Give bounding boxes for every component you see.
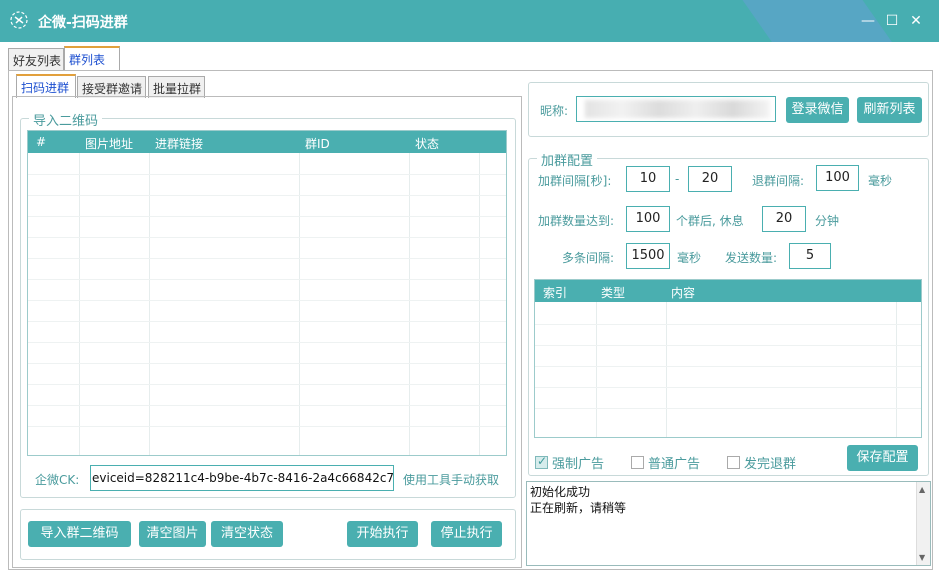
ck-hint: 使用工具手动获取 <box>403 473 500 487</box>
join-count-label: 加群数量达到: <box>538 214 615 228</box>
quit-after-send-label: 发完退群 <box>744 457 797 472</box>
ck-label: 企微CK: <box>35 473 80 487</box>
tab-friend-list[interactable]: 好友列表 <box>8 48 64 70</box>
send-count-input[interactable]: 5 <box>789 243 831 269</box>
multi-interval-input[interactable]: 1500 <box>626 243 670 269</box>
col-image-path: 图片地址 <box>85 137 134 151</box>
save-config-button[interactable]: 保存配置 <box>847 445 918 471</box>
normal-ad-check-icon <box>631 456 644 469</box>
qr-group-legend: 导入二维码 <box>29 110 103 129</box>
quit-ms-unit: 毫秒 <box>868 174 893 188</box>
col-status: 状态 <box>415 137 440 151</box>
multi-interval-label: 多条间隔: <box>562 251 615 265</box>
minimize-button[interactable]: — <box>859 12 877 30</box>
message-table[interactable]: 索引 类型 内容 <box>534 279 922 438</box>
refresh-list-button[interactable]: 刷新列表 <box>857 97 922 123</box>
join-interval-label: 加群间隔[秒]: <box>538 174 612 188</box>
minute-unit: 分钟 <box>815 214 840 228</box>
tab-scan-join[interactable]: 扫码进群 <box>16 74 76 98</box>
window-title: 企微-扫码进群 <box>38 15 128 31</box>
col-join-link: 进群链接 <box>155 137 204 151</box>
col-msg-content: 内容 <box>671 286 696 300</box>
tab-batch-pull[interactable]: 批量拉群 <box>148 76 205 98</box>
col-index: # <box>36 135 47 149</box>
clear-images-button[interactable]: 清空图片 <box>139 521 206 547</box>
log-output[interactable]: 初始化成功 正在刷新，请稍等 ▲ ▼ <box>526 481 931 566</box>
title-bar: 企微-扫码进群 — ☐ ✕ <box>0 0 939 42</box>
send-count-label: 发送数量: <box>725 251 778 265</box>
qr-table[interactable]: # 图片地址 进群链接 群ID 状态 <box>27 130 507 456</box>
log-scrollbar[interactable]: ▲ ▼ <box>916 482 930 565</box>
close-button[interactable]: ✕ <box>907 12 925 30</box>
range-dash: - <box>675 172 680 186</box>
qr-table-header: # 图片地址 进群链接 群ID 状态 <box>28 131 506 153</box>
quit-after-send-checkbox[interactable]: 发完退群 <box>727 453 796 472</box>
ck-input[interactable]: eviceid=828211c4-b9be-4b7c-8416-2a4c6684… <box>90 465 394 491</box>
rest-minutes-input[interactable]: 20 <box>762 206 806 232</box>
nickname-label: 昵称: <box>540 104 569 118</box>
stop-button[interactable]: 停止执行 <box>431 521 502 547</box>
log-line: 初始化成功 <box>530 485 591 499</box>
join-interval-min-input[interactable]: 10 <box>626 166 670 192</box>
col-group-id: 群ID <box>305 137 330 151</box>
normal-ad-label: 普通广告 <box>648 457 701 472</box>
col-msg-index: 索引 <box>543 286 568 300</box>
nickname-blur <box>585 100 770 118</box>
start-button[interactable]: 开始执行 <box>347 521 418 547</box>
col-msg-type: 类型 <box>601 286 626 300</box>
force-ad-checkbox[interactable]: 强制广告 <box>535 453 604 472</box>
log-line: 正在刷新，请稍等 <box>530 501 627 515</box>
tab-group-list[interactable]: 群列表 <box>64 46 120 70</box>
join-interval-max-input[interactable]: 20 <box>688 166 732 192</box>
login-wechat-button[interactable]: 登录微信 <box>786 97 849 123</box>
scroll-up-icon[interactable]: ▲ <box>919 485 925 494</box>
quit-interval-label: 退群间隔: <box>752 174 805 188</box>
maximize-button[interactable]: ☐ <box>883 12 901 30</box>
import-qr-button[interactable]: 导入群二维码 <box>28 521 131 547</box>
tab-accept-invite[interactable]: 接受群邀请 <box>77 76 146 98</box>
join-count-input[interactable]: 100 <box>626 206 670 232</box>
scroll-down-icon[interactable]: ▼ <box>919 553 925 562</box>
quit-interval-input[interactable]: 100 <box>816 165 859 191</box>
normal-ad-checkbox[interactable]: 普通广告 <box>631 453 700 472</box>
force-ad-check-icon <box>535 454 548 469</box>
clear-status-button[interactable]: 清空状态 <box>211 521 283 547</box>
multi-ms-unit: 毫秒 <box>677 251 702 265</box>
app-logo-icon <box>10 11 28 29</box>
config-legend: 加群配置 <box>537 150 598 169</box>
quit-after-send-check-icon <box>727 456 740 469</box>
nickname-input[interactable] <box>576 96 776 122</box>
message-table-header: 索引 类型 内容 <box>535 280 921 302</box>
rest-label: 个群后, 休息 <box>676 214 744 228</box>
force-ad-label: 强制广告 <box>552 457 605 472</box>
